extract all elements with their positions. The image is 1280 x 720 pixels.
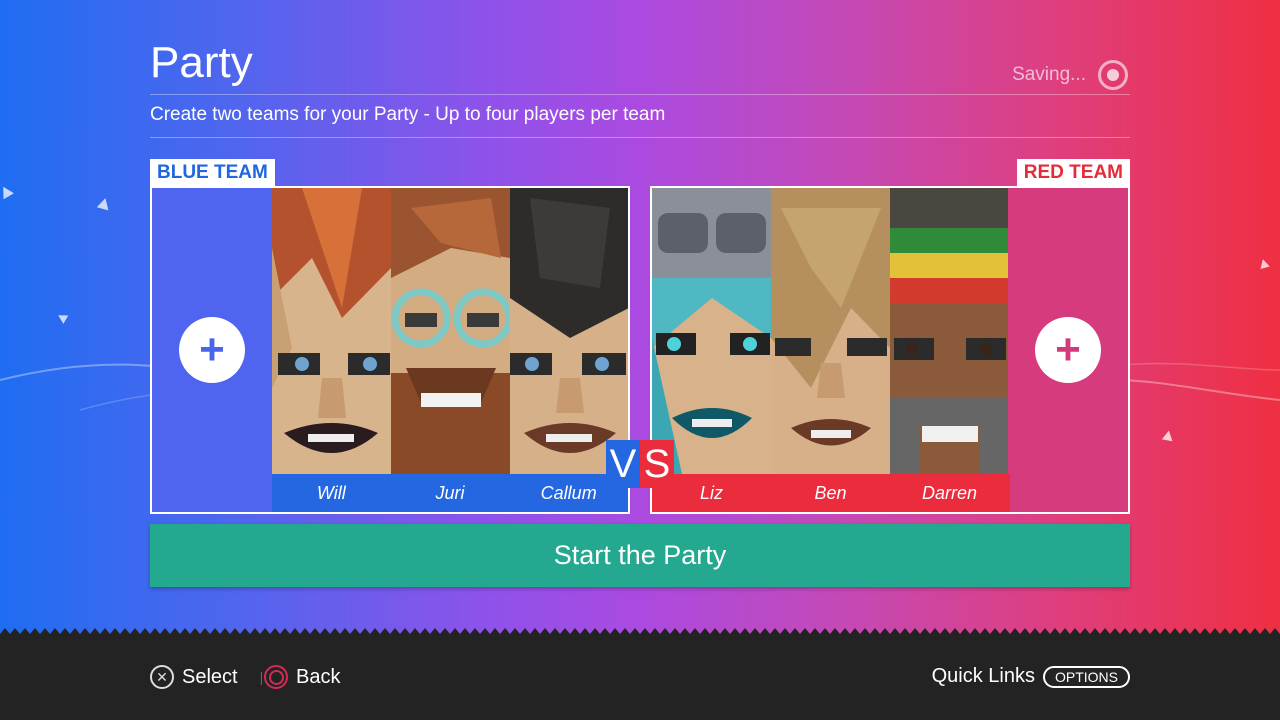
player-avatar-will[interactable] — [272, 188, 391, 474]
hint-separator: | — [259, 669, 264, 685]
quick-links-hint[interactable]: Quick Links OPTIONS — [932, 665, 1130, 688]
select-hint[interactable]: ✕ Select | — [150, 665, 263, 689]
player-name: Darren — [921, 483, 978, 503]
red-team-panel: + Liz Ben Darren — [650, 186, 1130, 514]
vs-letter-v: V — [606, 440, 640, 488]
player-avatar-juri[interactable] — [391, 188, 510, 474]
spinner-icon — [1098, 60, 1128, 90]
quick-links-label: Quick Links — [931, 665, 1035, 687]
plus-icon[interactable]: + — [179, 317, 245, 383]
decorative-shard — [1161, 429, 1175, 442]
decorative-shard — [96, 196, 112, 211]
header-divider — [150, 94, 1130, 95]
blue-team-label: BLUE TEAM — [150, 159, 275, 187]
select-label: Select — [182, 665, 238, 688]
decorative-shard — [0, 183, 14, 200]
options-button-icon: OPTIONS — [1042, 665, 1130, 688]
player-avatar-ben[interactable] — [771, 188, 890, 474]
plus-icon[interactable]: + — [1035, 317, 1101, 383]
blue-add-player-slot[interactable]: + — [152, 188, 272, 512]
decorative-shard — [55, 311, 69, 324]
start-party-button[interactable]: Start the Party — [150, 524, 1130, 587]
back-label: Back — [296, 665, 341, 688]
player-avatar-darren[interactable] — [890, 188, 1009, 474]
vs-letter-s: S — [640, 440, 674, 488]
blue-team-panel: + Will Juri Callum — [150, 186, 630, 514]
circle-button-icon — [264, 665, 288, 689]
back-hint[interactable]: Back — [264, 665, 340, 689]
saving-status: Saving... — [1012, 60, 1128, 90]
page-title: Party — [150, 38, 253, 87]
blue-team-name-strip: Will Juri Callum — [272, 474, 628, 512]
player-name: Juri — [435, 483, 465, 503]
player-name: Will — [316, 483, 346, 503]
page-subtitle: Create two teams for your Party - Up to … — [150, 104, 666, 125]
saving-label: Saving... — [1012, 64, 1086, 85]
red-add-player-slot[interactable]: + — [1008, 188, 1128, 512]
player-avatar-callum[interactable] — [510, 188, 628, 474]
red-team-label: RED TEAM — [1016, 159, 1130, 187]
decorative-shard — [1258, 258, 1270, 269]
cross-button-icon: ✕ — [150, 665, 174, 689]
versus-badge: V S — [606, 440, 674, 488]
subtitle-divider — [150, 137, 1130, 138]
red-team-name-strip: Liz Ben Darren — [652, 474, 1010, 512]
player-avatar-liz[interactable] — [652, 188, 771, 474]
player-name: Ben — [814, 483, 847, 503]
